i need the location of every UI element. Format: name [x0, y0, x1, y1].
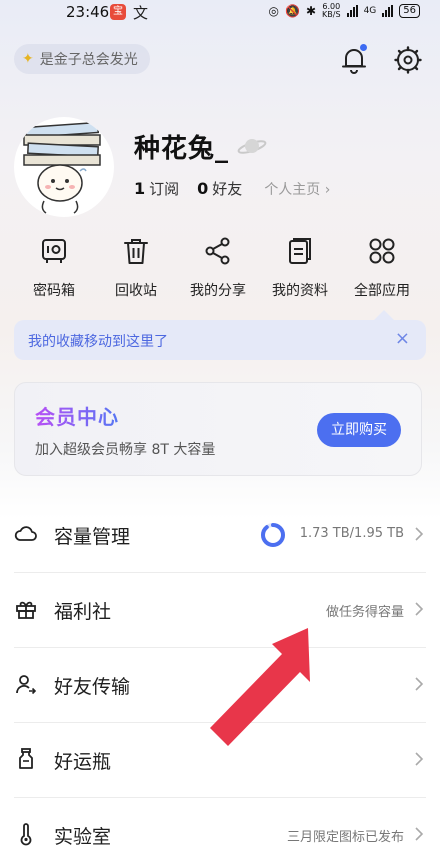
annotation-arrow-icon — [210, 628, 310, 746]
chevron-right-icon — [415, 752, 424, 766]
quick-action-label: 我的分享 — [190, 283, 246, 299]
gear-icon[interactable] — [394, 46, 422, 74]
documents-icon — [289, 238, 311, 264]
avatar-illustration — [23, 121, 101, 214]
notification-dot — [360, 44, 367, 51]
bluetooth-icon: ✱ — [305, 4, 317, 18]
menu-label: 容量管理 — [54, 526, 131, 548]
friends-label[interactable]: 好友 — [212, 178, 242, 199]
thermometer-icon — [20, 823, 32, 846]
quick-action-label: 我的资料 — [272, 283, 328, 299]
motto-chip[interactable]: ✦ 是金子总会发光 — [14, 44, 150, 74]
apps-grid-icon — [369, 238, 395, 264]
status-time: 23:46 — [66, 3, 110, 21]
gift-icon — [16, 601, 36, 619]
safe-icon — [42, 239, 66, 263]
close-icon[interactable]: × — [395, 330, 410, 348]
notification-app-icon-2: 文 — [133, 4, 149, 22]
storage-usage-ring — [261, 523, 285, 547]
bottle-icon — [19, 748, 33, 769]
notice-text: 我的收藏移动到这里了 — [28, 334, 168, 350]
quick-action-documents[interactable]: 我的资料 — [260, 236, 340, 300]
chevron-right-icon — [415, 602, 424, 616]
menu-item-lab[interactable]: 实验室 三月限定图标已发布 — [14, 798, 426, 865]
status-bar: 23:46 宝 文 ◎ 🔕 ✱ 6.00 KB/S 4G 56 — [0, 0, 440, 26]
subscriptions-label[interactable]: 订阅 — [149, 178, 179, 199]
trash-icon — [124, 239, 148, 264]
menu-label: 福利社 — [54, 601, 112, 623]
username: 种花兔_ — [134, 134, 230, 164]
subscriptions-count: 1 — [134, 179, 146, 198]
status-indicators: ◎ 🔕 ✱ 6.00 KB/S 4G 56 — [269, 3, 420, 19]
notice-pointer — [374, 310, 394, 320]
quick-action-trash[interactable]: 回收站 — [96, 236, 176, 300]
favorites-moved-notice[interactable]: 我的收藏移动到这里了 × — [14, 320, 426, 360]
profile-stats: 1 订阅 0 好友 个人主页 › — [134, 178, 330, 199]
sparkle-icon: ✦ — [22, 51, 34, 67]
vip-center-card[interactable]: 会员中心 加入超级会员畅享 8T 大容量 立即购买 — [14, 382, 422, 476]
quick-actions: 密码箱 回收站 我的分享 我的资料 全部应用 — [0, 236, 440, 306]
planet-badge-icon[interactable] — [236, 134, 268, 158]
storage-usage-text: 1.73 TB/1.95 TB — [299, 526, 404, 541]
signal-icon-2 — [382, 5, 394, 17]
quick-action-label: 全部应用 — [354, 283, 410, 299]
vip-subtitle: 加入超级会员畅享 8T 大容量 — [35, 442, 216, 458]
cloud-icon — [14, 526, 37, 541]
motto-text: 是金子总会发光 — [39, 52, 138, 68]
chevron-right-icon — [415, 527, 424, 541]
quick-action-share[interactable]: 我的分享 — [178, 236, 258, 300]
buy-now-button[interactable]: 立即购买 — [317, 413, 401, 447]
vip-title: 会员中心 — [35, 401, 119, 430]
chevron-right-icon — [415, 827, 424, 841]
quick-action-safe[interactable]: 密码箱 — [14, 236, 94, 300]
share-icon — [205, 237, 230, 265]
mute-bell-icon: 🔕 — [285, 4, 300, 18]
signal-icon — [346, 5, 358, 17]
quick-action-label: 回收站 — [115, 283, 157, 299]
homepage-link[interactable]: 个人主页 › — [264, 179, 330, 199]
menu-label: 好友传输 — [54, 676, 131, 698]
friend-transfer-icon — [16, 675, 37, 695]
battery-icon: 56 — [399, 4, 420, 18]
chevron-right-icon — [415, 677, 424, 691]
friends-count: 0 — [197, 179, 209, 198]
hotspot-icon: ◎ — [268, 4, 280, 18]
network-type: 4G — [363, 6, 377, 16]
menu-item-storage[interactable]: 容量管理 1.73 TB/1.95 TB — [14, 498, 426, 573]
menu-label: 实验室 — [54, 826, 112, 848]
quick-action-label: 密码箱 — [33, 283, 75, 299]
menu-label: 好运瓶 — [54, 751, 112, 773]
network-speed: 6.00 KB/S — [322, 3, 341, 19]
menu-hint: 做任务得容量 — [325, 605, 404, 620]
avatar[interactable] — [14, 117, 114, 217]
notification-app-icon: 宝 — [110, 4, 126, 20]
menu-hint: 三月限定图标已发布 — [286, 830, 404, 845]
network-speed-unit: KB/S — [322, 10, 341, 19]
quick-action-all-apps[interactable]: 全部应用 — [342, 236, 422, 300]
